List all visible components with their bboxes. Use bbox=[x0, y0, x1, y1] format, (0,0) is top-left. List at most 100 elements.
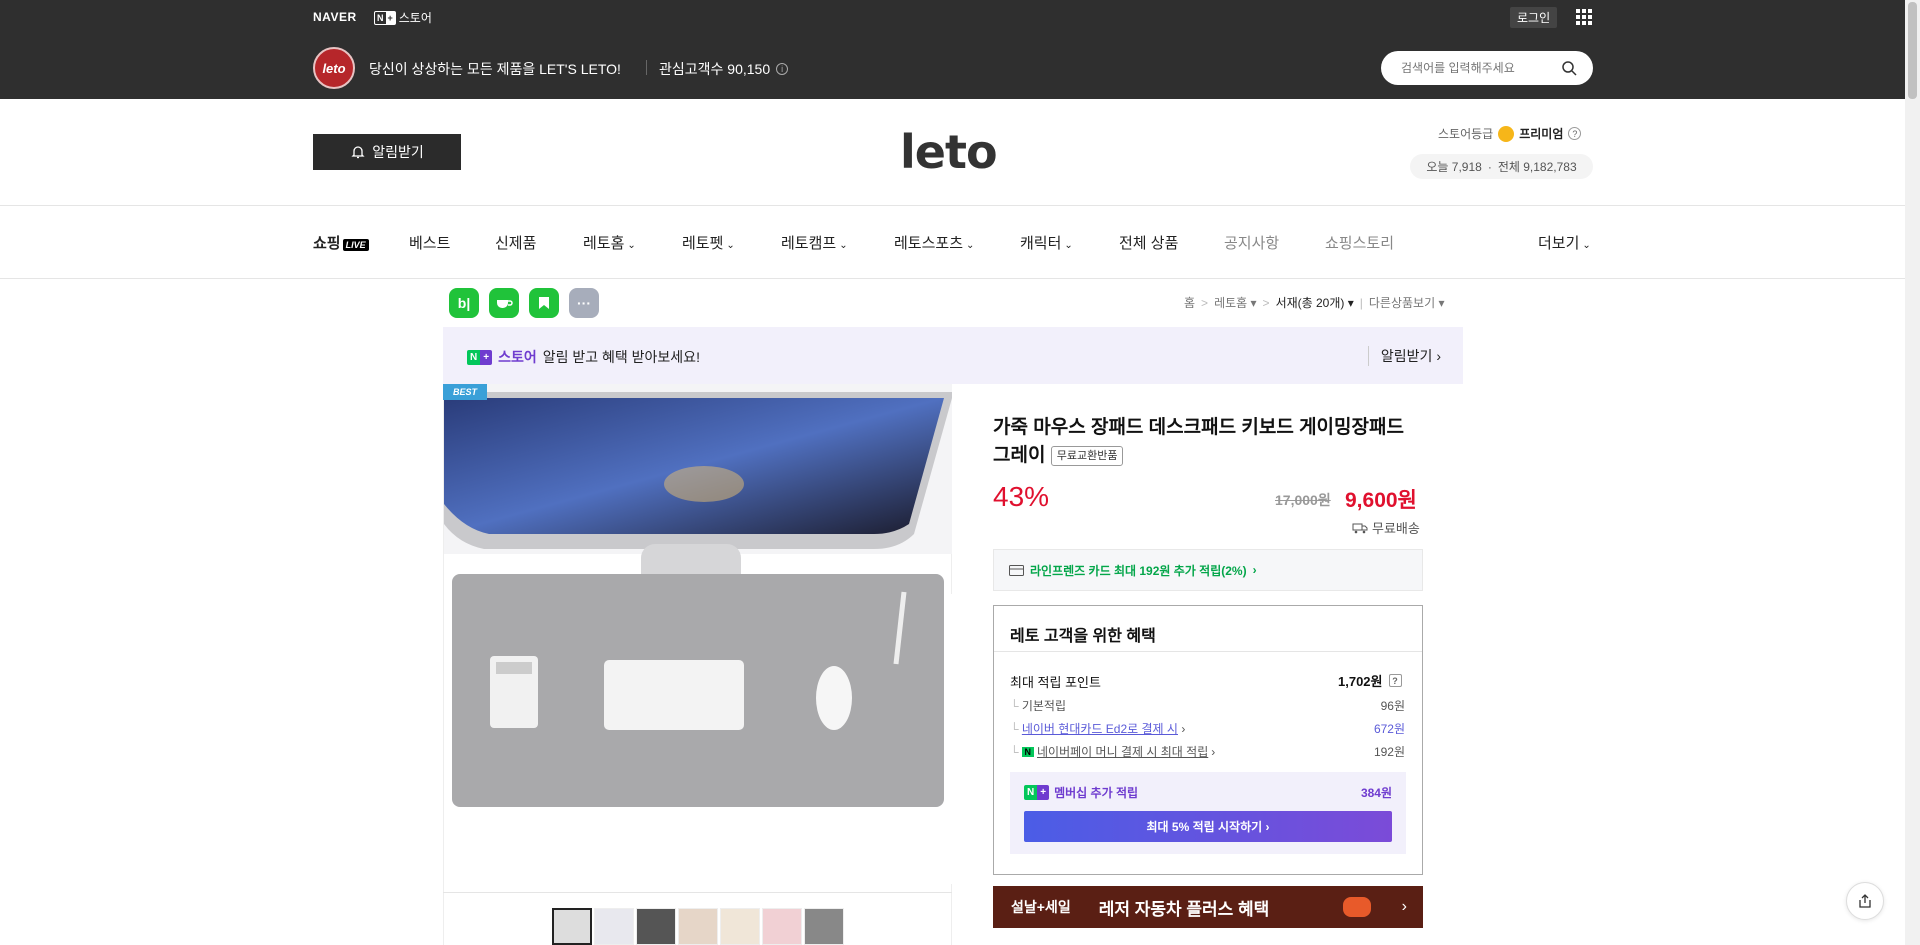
nav-all-products[interactable]: 전체 상품 bbox=[1119, 232, 1178, 253]
chevron-down-icon: ⌄ bbox=[839, 240, 848, 251]
nav-shopping-story[interactable]: 쇼핑스토리 bbox=[1325, 232, 1394, 253]
apps-grid-icon[interactable] bbox=[1576, 9, 1592, 25]
scrollbar-thumb[interactable] bbox=[1908, 2, 1917, 99]
promo-icon bbox=[1343, 897, 1371, 917]
nav-best[interactable]: 베스트 bbox=[409, 232, 450, 253]
login-button[interactable]: 로그인 bbox=[1510, 7, 1558, 28]
breadcrumb-separator: | bbox=[1359, 295, 1363, 310]
alert-subscribe-label: 알림받기 bbox=[1380, 348, 1433, 364]
truck-icon bbox=[1352, 523, 1368, 533]
share-icon[interactable] bbox=[1846, 882, 1884, 920]
benefit-row-npay[interactable]: └ N 네이버페이 머니 결제 시 최대 적립 › bbox=[1010, 743, 1215, 760]
best-badge: BEST bbox=[443, 384, 488, 400]
benefit-row-link[interactable]: 네이버페이 머니 결제 시 최대 적립 bbox=[1037, 743, 1208, 760]
max-points-value: 1,702원 bbox=[1338, 674, 1383, 689]
alarm-button[interactable]: 알림받기 bbox=[313, 134, 461, 170]
product-title: 가죽 마우스 장패드 데스크패드 키보드 게이밍장패드 그레이 무료교환반품 bbox=[993, 414, 1423, 470]
header-divider bbox=[0, 205, 1905, 206]
breadcrumb-home[interactable]: 홈 bbox=[1184, 294, 1195, 311]
grade-value: 프리미엄 bbox=[1519, 127, 1564, 141]
visits-today: 오늘 7,918 bbox=[1426, 160, 1482, 174]
nav-new[interactable]: 신제품 bbox=[495, 232, 536, 253]
breadcrumb-category[interactable]: 레토홈 ▾ bbox=[1214, 294, 1256, 311]
promo-left-text: 설날+세일 bbox=[1011, 899, 1071, 915]
info-icon[interactable]: i bbox=[776, 63, 789, 75]
nplus-badge: N + bbox=[374, 10, 396, 25]
search-input[interactable] bbox=[1401, 61, 1561, 75]
nav-leto-pet-label: 레토펫 bbox=[682, 235, 724, 252]
membership-start-button[interactable]: 최대 5% 적립 시작하기 › bbox=[1024, 811, 1392, 842]
nav-character-label: 캐릭터 bbox=[1020, 235, 1062, 252]
nav-leto-home[interactable]: 레토홈 ⌄ bbox=[583, 232, 636, 253]
help-icon[interactable]: ? bbox=[1568, 127, 1582, 140]
nav-more-label: 더보기 bbox=[1538, 235, 1580, 252]
store-slogan: 당신이 상상하는 모든 제품을 LET'S LETO! bbox=[369, 61, 621, 77]
card-icon bbox=[1009, 564, 1024, 576]
visits-dot: · bbox=[1487, 159, 1492, 174]
benefit-row-card[interactable]: └ 네이버 현대카드 Ed2로 결제 시 › bbox=[1010, 720, 1185, 737]
breadcrumb: 홈 > 레토홈 ▾ > 서재(총 20개) ▾ | 다른상품보기 ▾ bbox=[1184, 294, 1445, 311]
talk-icon[interactable] bbox=[489, 288, 519, 318]
help-icon[interactable]: ? bbox=[1388, 674, 1402, 687]
nplus-badge: N + bbox=[1024, 785, 1050, 800]
grade-label: 스토어등급 bbox=[1438, 127, 1494, 141]
more-icon[interactable]: ··· bbox=[569, 288, 599, 318]
store-logo[interactable]: leto bbox=[313, 47, 355, 89]
breadcrumb-separator: > bbox=[1201, 295, 1209, 310]
thumbnail[interactable] bbox=[678, 908, 718, 945]
nav-leto-camp[interactable]: 레토캠프 ⌄ bbox=[781, 232, 848, 253]
free-return-tag: 무료교환반품 bbox=[1050, 445, 1124, 466]
benefit-row-value: 192원 bbox=[1373, 745, 1405, 759]
chevron-right-icon: › bbox=[1252, 563, 1257, 577]
thumbnail[interactable] bbox=[636, 908, 676, 945]
bell-plus-icon bbox=[351, 146, 365, 159]
nav-character[interactable]: 캐릭터 ⌄ bbox=[1020, 232, 1073, 253]
thumbnail[interactable] bbox=[594, 908, 634, 945]
benefit-row-basic: └ 기본적립 bbox=[1010, 697, 1066, 714]
search-box[interactable] bbox=[1381, 51, 1593, 85]
nav-shopping-live[interactable]: 쇼핑 LIVE bbox=[313, 232, 369, 253]
membership-label-text: 멤버십 추가 적립 bbox=[1054, 786, 1139, 800]
breadcrumb-sub[interactable]: 서재(총 20개) ▾ bbox=[1276, 294, 1354, 311]
search-icon[interactable] bbox=[1561, 60, 1577, 76]
benefit-row-link[interactable]: 네이버 현대카드 Ed2로 결제 시 bbox=[1022, 722, 1178, 736]
sale-price: 9,600원 bbox=[1345, 489, 1417, 512]
chevron-down-icon: ⌄ bbox=[1064, 240, 1073, 251]
max-points-label: 최대 적립 포인트 bbox=[1010, 675, 1101, 690]
alert-subscribe-link[interactable]: 알림받기 › bbox=[1367, 346, 1441, 366]
nav-leto-pet[interactable]: 레토펫 ⌄ bbox=[682, 232, 735, 253]
nav-leto-camp-label: 레토캠프 bbox=[781, 235, 837, 252]
indent-mark: └ bbox=[1010, 744, 1019, 759]
nplus-store-label: 스토어 bbox=[398, 11, 432, 25]
band-icon[interactable]: b| bbox=[449, 288, 479, 318]
top-bar bbox=[0, 0, 1905, 99]
bookmark-icon[interactable] bbox=[529, 288, 559, 318]
medal-icon bbox=[1498, 125, 1515, 142]
promo-banner[interactable]: 설날+세일 레저 자동차 플러스 혜택 › bbox=[993, 886, 1423, 928]
naver-logo[interactable]: NAVER bbox=[313, 10, 357, 24]
card-offer-link[interactable]: 라인프렌즈 카드 최대 192원 추가 적립(2%) › bbox=[993, 549, 1423, 591]
nav-leto-sports[interactable]: 레토스포츠 ⌄ bbox=[894, 232, 974, 253]
product-image-column bbox=[443, 384, 952, 945]
chevron-right-icon: › bbox=[1401, 898, 1407, 915]
naver-plus-store-link[interactable]: N + 스토어 bbox=[374, 9, 432, 26]
benefit-row-label: 기본적립 bbox=[1021, 699, 1067, 713]
nav-leto-home-label: 레토홈 bbox=[583, 235, 625, 252]
thumbnail[interactable] bbox=[804, 908, 844, 945]
thumbnail[interactable] bbox=[552, 908, 592, 945]
indent-mark: └ bbox=[1010, 699, 1022, 713]
product-image[interactable] bbox=[444, 384, 952, 884]
thumbnail[interactable] bbox=[762, 908, 802, 945]
chevron-down-icon: ⌄ bbox=[1582, 240, 1591, 251]
thumbnail[interactable] bbox=[720, 908, 760, 945]
nav-notice[interactable]: 공지사항 bbox=[1224, 232, 1279, 253]
cup-icon bbox=[497, 300, 513, 308]
max-points: 1,702원 ? bbox=[1338, 671, 1402, 690]
nav-more[interactable]: 더보기 ⌄ bbox=[1538, 232, 1591, 253]
share-arrow-icon bbox=[1859, 894, 1871, 908]
bookmark-shape bbox=[539, 297, 549, 309]
other-products-link[interactable]: 다른상품보기 ▾ bbox=[1369, 294, 1445, 311]
benefits-title: 레토 고객을 위한 혜택 bbox=[1010, 628, 1156, 645]
brand-logo[interactable]: leto bbox=[900, 125, 998, 179]
scrollbar[interactable] bbox=[1905, 0, 1920, 945]
